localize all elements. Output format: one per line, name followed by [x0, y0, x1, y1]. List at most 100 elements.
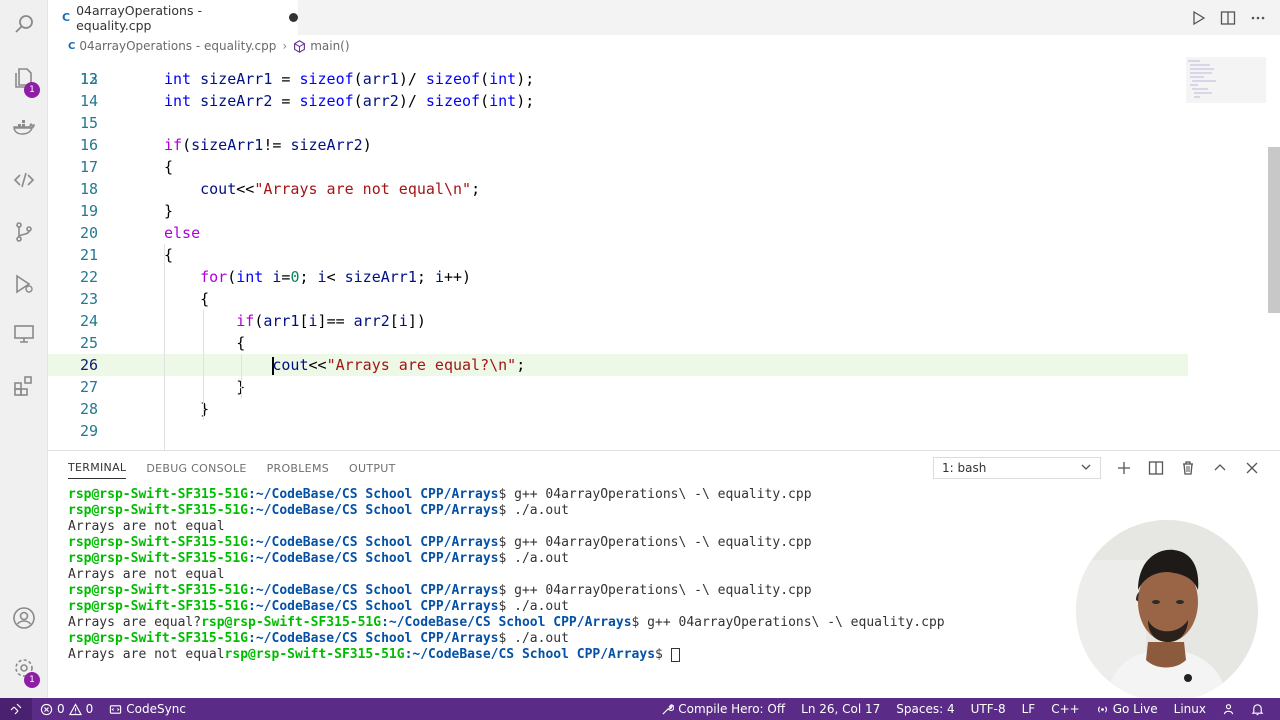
accounts-activity[interactable]: [0, 594, 48, 642]
split-editor-icon[interactable]: [1220, 10, 1236, 26]
line-number: 18: [79, 180, 98, 198]
terminal-line: rsp@rsp-Swift-SF315-51G:~/CodeBase/CS Sc…: [68, 551, 569, 566]
run-debug-activity[interactable]: [0, 260, 48, 308]
editor-tab-bar: C 04arrayOperations - equality.cpp: [48, 0, 1280, 35]
tab-title: 04arrayOperations - equality.cpp: [76, 2, 202, 33]
remote-icon: [10, 703, 22, 715]
code-text: {: [164, 246, 174, 264]
code-line[interactable]: 15: [48, 112, 1188, 134]
terminal-line: Arrays are not equal: [68, 567, 225, 582]
indent-guide: [241, 354, 242, 398]
code-line[interactable]: 20 else: [48, 222, 1188, 244]
code-text: int sizeArr2 = sizeof(arr2)/ sizeof(int)…: [164, 92, 535, 110]
method-cube-icon: [294, 39, 306, 53]
remote-explorer-activity[interactable]: [0, 310, 48, 358]
activity-bar: 1 1: [0, 0, 48, 698]
unsaved-dot-icon[interactable]: [289, 13, 298, 22]
language-mode[interactable]: C++: [1043, 702, 1088, 716]
terminal-select-value: 1: bash: [942, 461, 987, 475]
extensions-activity[interactable]: [0, 362, 48, 410]
code-editor[interactable]: 12 13 int sizeArr1 = sizeof(arr1)/ sizeof…: [48, 57, 1280, 450]
code-line[interactable]: 22 for(int i=0; i< sizeArr1; i++): [48, 266, 1188, 288]
indentation-status[interactable]: Spaces: 4: [888, 702, 962, 716]
chevron-down-icon: [1081, 464, 1091, 470]
feedback-person-icon: [1223, 703, 1234, 714]
go-live-button[interactable]: Go Live: [1088, 702, 1166, 716]
eol-status[interactable]: LF: [1014, 702, 1044, 716]
terminal-output[interactable]: rsp@rsp-Swift-SF315-51G:~/CodeBase/CS Sc…: [68, 487, 945, 663]
os-status[interactable]: Linux: [1166, 702, 1214, 716]
source-control-activity[interactable]: [0, 208, 48, 256]
new-terminal-plus-icon[interactable]: [1116, 460, 1132, 476]
code-line[interactable]: 19}: [48, 200, 1188, 222]
more-actions-icon[interactable]: [1250, 10, 1266, 26]
manage-badge: 1: [24, 672, 40, 688]
terminal-line: rsp@rsp-Swift-SF315-51G:~/CodeBase/CS Sc…: [68, 583, 812, 598]
line-number: 20: [79, 224, 98, 242]
code-line[interactable]: 24 if(arr1[i]== arr2[i]): [48, 310, 1188, 332]
problems-status[interactable]: 0 0: [32, 702, 101, 716]
editor-scrollbar[interactable]: [1268, 147, 1280, 313]
compile-hero-label: Compile Hero: Off: [678, 702, 786, 716]
cursor-position[interactable]: Ln 26, Col 17: [793, 702, 888, 716]
close-panel-icon[interactable]: [1244, 460, 1260, 476]
line-number: 14: [79, 92, 98, 110]
code-text: {: [236, 334, 246, 352]
code-line[interactable]: 27 }: [48, 376, 1188, 398]
code-line[interactable]: 16 if(sizeArr1!= sizeArr2): [48, 134, 1188, 156]
docker-activity[interactable]: [0, 104, 48, 152]
code-line[interactable]: 14 int sizeArr2 = sizeof(arr2)/ sizeof(in…: [48, 90, 1188, 112]
manage-activity[interactable]: 1: [0, 644, 48, 692]
codesync-icon: [110, 704, 122, 714]
explorer-activity[interactable]: 1: [0, 54, 48, 102]
run-icon[interactable]: [1190, 10, 1206, 26]
feedback-button[interactable]: [1214, 703, 1243, 716]
code-activity[interactable]: [0, 156, 48, 204]
terminal-line: rsp@rsp-Swift-SF315-51G:~/CodeBase/CS Sc…: [68, 535, 812, 550]
codesync-label: CodeSync: [126, 702, 186, 716]
terminal-select[interactable]: 1: bash: [933, 457, 1101, 479]
code-line[interactable]: 29: [48, 420, 1188, 442]
go-live-label: Go Live: [1112, 702, 1158, 716]
tab-debug-console[interactable]: DEBUG CONSOLE: [146, 462, 246, 475]
line-number: 13: [79, 70, 98, 88]
breadcrumb-file[interactable]: 04arrayOperations - equality.cpp: [79, 39, 276, 53]
code-line[interactable]: 23 {: [48, 288, 1188, 310]
status-bar: 0 0 CodeSync Compile Hero: Off Ln 26, Co…: [0, 698, 1280, 720]
terminal-line: rsp@rsp-Swift-SF315-51G:~/CodeBase/CS Sc…: [68, 487, 812, 502]
tab-terminal[interactable]: TERMINAL: [68, 461, 127, 479]
code-line[interactable]: 25 {: [48, 332, 1188, 354]
search-icon: [15, 15, 33, 33]
tab-output[interactable]: OUTPUT: [349, 462, 396, 475]
code-line[interactable]: 21 {: [48, 244, 1188, 266]
codesync-status[interactable]: CodeSync: [101, 702, 194, 716]
code-text: {: [200, 290, 210, 308]
code-line[interactable]: 17 {: [48, 156, 1188, 178]
tab-equality-cpp[interactable]: C 04arrayOperations - equality.cpp: [48, 0, 298, 35]
code-line[interactable]: 18 cout<<"Arrays are not equal\n";: [48, 178, 1188, 200]
line-number: 24: [79, 312, 98, 330]
notifications-button[interactable]: [1243, 703, 1272, 716]
warning-icon: [68, 702, 82, 715]
line-number: 25: [79, 334, 98, 352]
line-number: 16: [79, 136, 98, 154]
split-terminal-icon[interactable]: [1148, 460, 1164, 476]
error-count: 0: [57, 702, 65, 716]
remote-indicator[interactable]: [0, 698, 32, 720]
trash-icon[interactable]: [1180, 460, 1196, 476]
panel-tabs: TERMINAL DEBUG CONSOLE PROBLEMS OUTPUT: [68, 451, 396, 485]
tab-problems[interactable]: PROBLEMS: [267, 462, 329, 475]
code-line[interactable]: 26 cout<<"Arrays are equal?\n";: [48, 354, 1188, 376]
maximize-panel-chevron-up-icon[interactable]: [1212, 460, 1228, 476]
minimap[interactable]: [1186, 57, 1266, 117]
terminal-line: Arrays are not equal: [68, 519, 225, 534]
webcam-overlay: [1076, 520, 1258, 702]
breadcrumb-symbol[interactable]: main(): [310, 39, 349, 53]
code-line[interactable]: 13 int sizeArr1 = sizeof(arr1)/ sizeof(in…: [48, 68, 1188, 90]
code-line[interactable]: 28 }: [48, 398, 1188, 420]
compile-hero-status[interactable]: Compile Hero: Off: [653, 702, 793, 716]
search-activity[interactable]: [0, 0, 48, 48]
encoding-status[interactable]: UTF-8: [963, 702, 1014, 716]
line-number: 21: [79, 246, 98, 264]
debug-icon: [16, 274, 33, 294]
